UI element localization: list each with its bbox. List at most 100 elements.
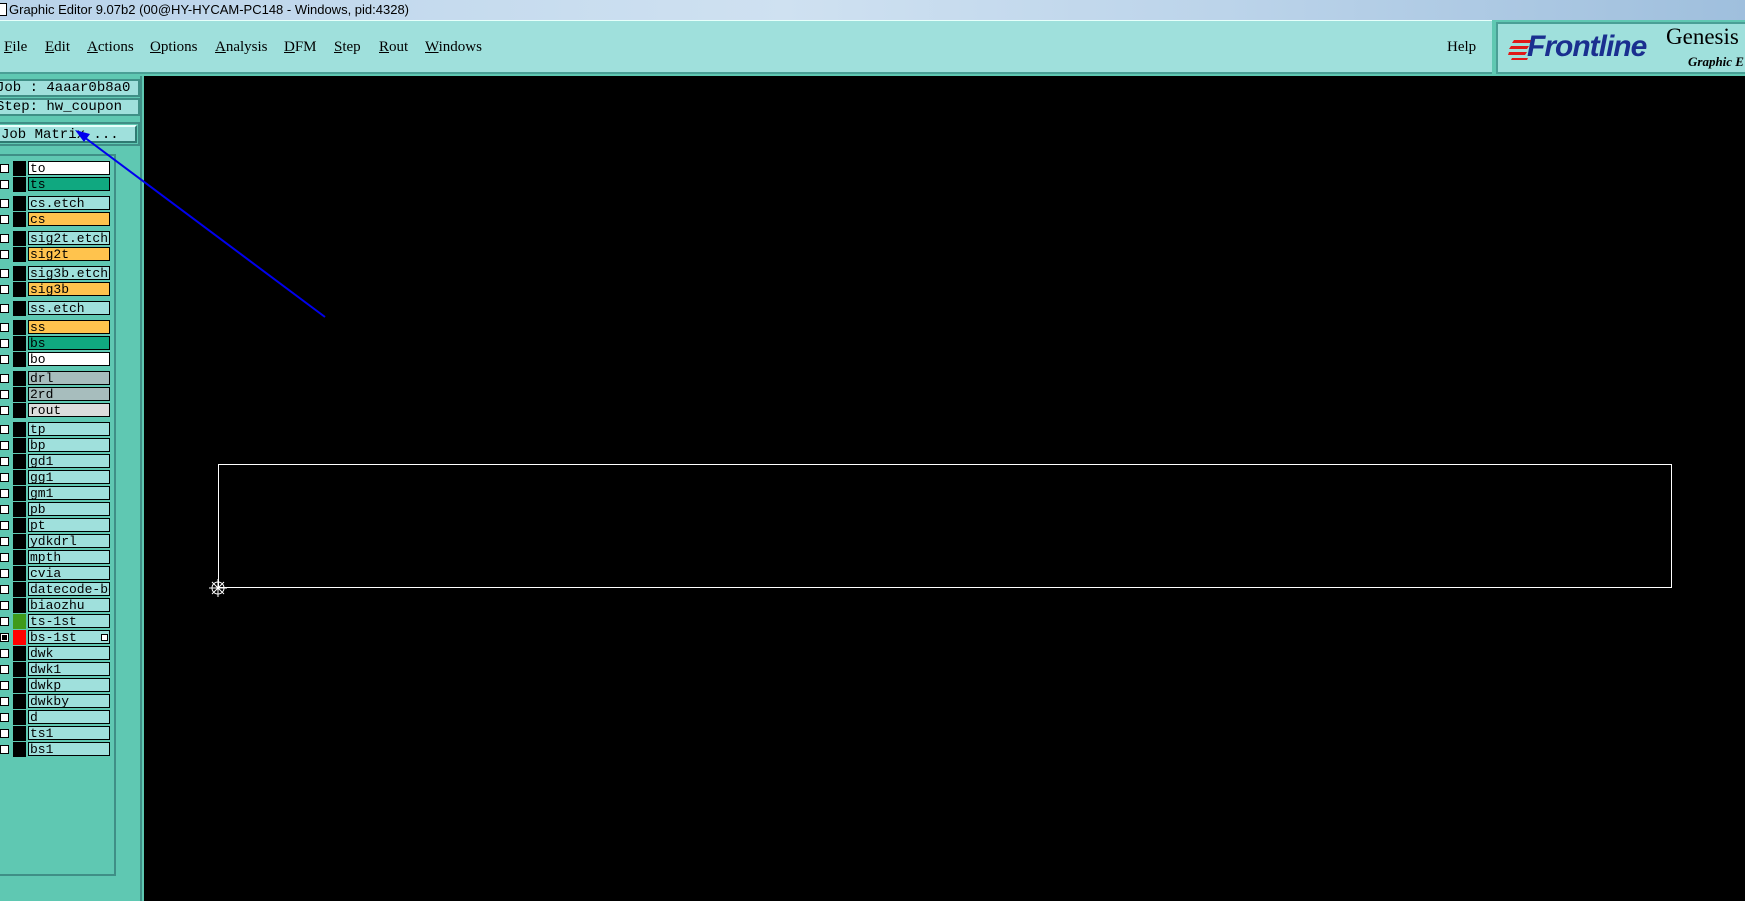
layer-row-pt[interactable]: pt (0, 518, 112, 533)
layer-name[interactable]: gg1 (28, 470, 110, 484)
layer-name[interactable]: tp (28, 422, 110, 436)
layer-checkbox[interactable] (0, 164, 9, 173)
layer-checkbox[interactable] (0, 665, 9, 674)
layer-checkbox[interactable] (0, 441, 9, 450)
layer-name[interactable]: pt (28, 518, 110, 532)
layer-name[interactable]: cs.etch (28, 196, 110, 210)
layer-color-swatch[interactable] (13, 678, 26, 693)
layer-row-tp[interactable]: tp (0, 422, 112, 437)
layer-name[interactable]: sig2t.etch (28, 231, 110, 245)
layer-name[interactable]: pb (28, 502, 110, 516)
layer-row-bs[interactable]: bs (0, 336, 112, 351)
menu-windows[interactable]: Windows (425, 39, 482, 56)
layer-row-ss.etch[interactable]: ss.etch (0, 301, 112, 316)
layer-name[interactable]: mpth (28, 550, 110, 564)
layer-name[interactable]: ss (28, 320, 110, 334)
layer-checkbox[interactable] (0, 269, 9, 278)
layer-color-swatch[interactable] (13, 694, 26, 709)
layer-checkbox[interactable] (0, 681, 9, 690)
layer-row-2rd[interactable]: 2rd (0, 387, 112, 402)
menu-step[interactable]: Step (334, 39, 361, 56)
layer-name[interactable]: bp (28, 438, 110, 452)
layer-name[interactable]: sig3b (28, 282, 110, 296)
layer-checkbox[interactable] (0, 250, 9, 259)
layer-color-swatch[interactable] (13, 266, 26, 281)
menu-help[interactable]: Help (1447, 39, 1476, 56)
layer-row-sig2t[interactable]: sig2t (0, 247, 112, 262)
layer-color-swatch[interactable] (13, 282, 26, 297)
layer-checkbox[interactable] (0, 569, 9, 578)
layer-name[interactable]: d (28, 710, 110, 724)
layer-name[interactable]: bs1 (28, 742, 110, 756)
layer-row-gm1[interactable]: gm1 (0, 486, 112, 501)
layer-row-cvia[interactable]: cvia (0, 566, 112, 581)
layer-checkbox[interactable] (0, 406, 9, 415)
layer-color-swatch[interactable] (13, 212, 26, 227)
layer-checkbox[interactable] (0, 234, 9, 243)
layer-checkbox[interactable] (0, 489, 9, 498)
layer-name[interactable]: cvia (28, 566, 110, 580)
layer-name[interactable]: 2rd (28, 387, 110, 401)
layer-color-swatch[interactable] (13, 247, 26, 262)
layer-name[interactable]: biaozhu (28, 598, 110, 612)
layer-color-swatch[interactable] (13, 502, 26, 517)
layer-checkbox[interactable] (0, 649, 9, 658)
layer-checkbox[interactable] (0, 323, 9, 332)
layer-checkbox[interactable] (0, 473, 9, 482)
layer-row-pb[interactable]: pb (0, 502, 112, 517)
layer-color-swatch[interactable] (13, 177, 26, 192)
layer-color-swatch[interactable] (13, 387, 26, 402)
layer-row-bo[interactable]: bo (0, 352, 112, 367)
layer-name[interactable]: bs (28, 336, 110, 350)
menu-edit[interactable]: Edit (45, 39, 70, 56)
layer-color-swatch[interactable] (13, 534, 26, 549)
layer-name[interactable]: rout (28, 403, 110, 417)
job-matrix-button[interactable]: Job Matrix ... (0, 122, 140, 146)
layer-name[interactable]: dwk (28, 646, 110, 660)
layer-row-cs[interactable]: cs (0, 212, 112, 227)
layer-row-ts[interactable]: ts (0, 177, 112, 192)
layer-name[interactable]: gm1 (28, 486, 110, 500)
layer-name[interactable]: ss.etch (28, 301, 110, 315)
layer-name[interactable]: ts1 (28, 726, 110, 740)
layer-row-mpth[interactable]: mpth (0, 550, 112, 565)
layer-checkbox[interactable] (0, 617, 9, 626)
layer-checkbox[interactable] (0, 425, 9, 434)
layer-name[interactable]: bs-1st (28, 630, 110, 644)
layer-row-sig3b[interactable]: sig3b (0, 282, 112, 297)
layer-name[interactable]: ts-1st (28, 614, 110, 628)
layer-row-datecode-bo[interactable]: datecode-bo (0, 582, 112, 597)
layer-checkbox[interactable] (0, 633, 9, 642)
layer-checkbox[interactable] (0, 180, 9, 189)
layer-checkbox[interactable] (0, 285, 9, 294)
layer-row-dwk1[interactable]: dwk1 (0, 662, 112, 677)
menu-analysis[interactable]: Analysis (215, 39, 268, 56)
layer-color-swatch[interactable] (13, 582, 26, 597)
layer-name[interactable]: dwk1 (28, 662, 110, 676)
graphic-canvas[interactable] (144, 76, 1745, 901)
layer-row-sig2t.etch[interactable]: sig2t.etch (0, 231, 112, 246)
layer-checkbox[interactable] (0, 355, 9, 364)
layer-color-swatch[interactable] (13, 196, 26, 211)
layer-checkbox[interactable] (0, 215, 9, 224)
layer-color-swatch[interactable] (13, 726, 26, 741)
layer-color-swatch[interactable] (13, 598, 26, 613)
layer-color-swatch[interactable] (13, 371, 26, 386)
layer-checkbox[interactable] (0, 339, 9, 348)
layer-row-ss[interactable]: ss (0, 320, 112, 335)
layer-color-swatch[interactable] (13, 566, 26, 581)
layer-color-swatch[interactable] (13, 301, 26, 316)
layer-checkbox[interactable] (0, 713, 9, 722)
layer-name[interactable]: cs (28, 212, 110, 226)
layer-row-rout[interactable]: rout (0, 403, 112, 418)
layer-row-bp[interactable]: bp (0, 438, 112, 453)
layer-color-swatch[interactable] (13, 336, 26, 351)
layer-checkbox[interactable] (0, 390, 9, 399)
menu-actions[interactable]: Actions (87, 39, 134, 56)
layer-row-d[interactable]: d (0, 710, 112, 725)
layer-color-swatch[interactable] (13, 403, 26, 418)
layer-row-cs.etch[interactable]: cs.etch (0, 196, 112, 211)
layer-color-swatch[interactable] (13, 630, 26, 645)
layer-name[interactable]: dwkp (28, 678, 110, 692)
layer-checkbox[interactable] (0, 521, 9, 530)
